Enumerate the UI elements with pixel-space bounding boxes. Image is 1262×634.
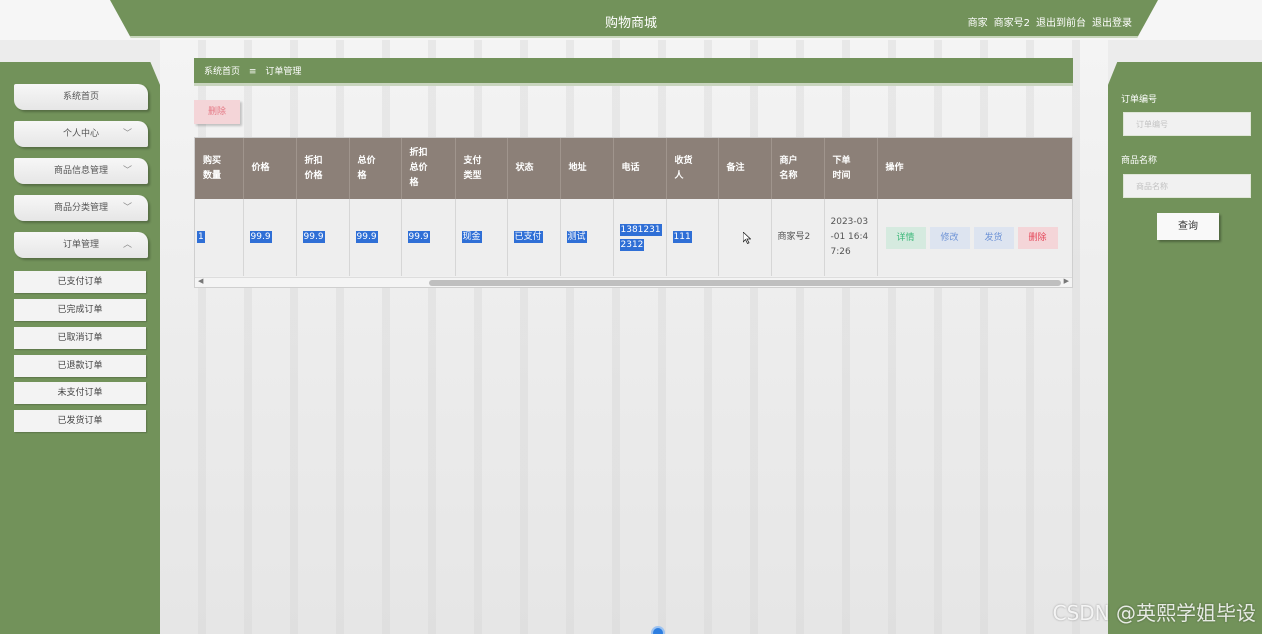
- background: [160, 40, 1108, 634]
- col-actions: 操作: [877, 138, 1072, 199]
- table-row[interactable]: 1 99.9 99.9 99.9 99.9 现金 已支付 测试 1381231 2…: [195, 199, 1072, 276]
- order-no-input[interactable]: [1123, 112, 1251, 136]
- cell-status: 已支付: [507, 199, 561, 276]
- sidebar-item-orders[interactable]: 订单管理 ︿: [14, 232, 148, 258]
- cell-quantity: 1: [195, 199, 244, 276]
- orders-table: 购买 数量 价格 折扣 价格 总价格 折扣 总价格 支付 类型 状态 地址 电话 收货人…: [194, 137, 1073, 288]
- sidebar-item-product-category[interactable]: 商品分类管理 ﹀: [14, 195, 148, 221]
- sidebar-item-label: 个人中心: [62, 129, 99, 139]
- breadcrumb-current: 订单管理: [265, 67, 302, 77]
- table-header-row: 购买 数量 价格 折扣 价格 总价格 折扣 总价格 支付 类型 状态 地址 电话 收货人…: [195, 138, 1072, 199]
- breadcrumb-home[interactable]: 系统首页: [204, 67, 240, 77]
- watermark: CSDN @英熙学姐毕设: [1052, 601, 1256, 625]
- breadcrumb: 系统首页 ≡ 订单管理: [194, 58, 1073, 86]
- sidebar-subitem-refunded[interactable]: 已退款订单: [14, 355, 146, 377]
- cell-discount-price: 99.9: [296, 199, 350, 276]
- mouse-cursor-icon: [743, 232, 751, 244]
- cell-total: 99.9: [349, 199, 402, 276]
- product-name-label: 商品名称: [1121, 156, 1158, 166]
- col-merchant: 商户 名称: [771, 138, 825, 199]
- horizontal-scrollbar[interactable]: ◀ ▶: [195, 277, 1072, 287]
- chevron-down-icon: ﹀: [122, 166, 132, 176]
- order-no-label: 订单编号: [1121, 95, 1158, 105]
- exit-to-front-link[interactable]: 退出到前台: [1036, 14, 1086, 29]
- chevron-up-icon: ︿: [122, 240, 132, 250]
- col-status: 状态: [507, 138, 561, 199]
- col-total: 总价格: [349, 138, 402, 199]
- chevron-down-icon: ﹀: [122, 203, 132, 213]
- scroll-thumb[interactable]: [429, 280, 1061, 286]
- chevron-down-icon: ﹀: [122, 129, 132, 139]
- user-role: 商家: [967, 18, 988, 29]
- delete-button[interactable]: 删除: [1017, 226, 1058, 249]
- sidebar-item-label: 系统首页: [62, 92, 99, 102]
- col-address: 地址: [560, 138, 614, 199]
- right-search-panel: [1108, 62, 1262, 634]
- username: 商家号2: [993, 18, 1030, 29]
- col-phone: 电话: [613, 138, 667, 199]
- cell-actions: 详情 修改 发货 删除: [877, 199, 1072, 276]
- floating-dot-icon[interactable]: [651, 626, 665, 634]
- sidebar-item-product-info[interactable]: 商品信息管理 ﹀: [14, 158, 148, 184]
- col-price: 价格: [243, 138, 297, 199]
- cell-pay-type: 现金: [455, 199, 508, 276]
- col-discount-total: 折扣 总价格: [401, 138, 456, 199]
- sidebar-subitem-paid[interactable]: 已支付订单: [14, 271, 146, 293]
- scroll-left-icon[interactable]: ◀: [198, 277, 203, 285]
- col-pay-type: 支付 类型: [455, 138, 508, 199]
- col-quantity: 购买 数量: [195, 138, 244, 199]
- sidebar-item-label: 商品分类管理: [53, 203, 108, 213]
- cell-order-time: 2023-03 -01 16:4 7:26: [824, 199, 878, 276]
- sidebar-item-profile[interactable]: 个人中心 ﹀: [14, 121, 148, 147]
- query-button[interactable]: 查询: [1157, 213, 1219, 240]
- sidebar-subitem-completed[interactable]: 已完成订单: [14, 299, 146, 321]
- logout-link[interactable]: 退出登录: [1092, 14, 1132, 29]
- sidebar-item-label: 订单管理: [62, 240, 99, 250]
- sidebar-subitem-unpaid[interactable]: 未支付订单: [14, 382, 146, 404]
- sidebar-subitem-shipped[interactable]: 已发货订单: [14, 410, 146, 432]
- breadcrumb-separator-icon: ≡: [248, 67, 257, 77]
- edit-button[interactable]: 修改: [929, 226, 970, 249]
- bulk-delete-button[interactable]: 删除: [194, 100, 240, 124]
- cell-price: 99.9: [243, 199, 297, 276]
- sidebar-item-home[interactable]: 系统首页: [14, 84, 148, 110]
- product-name-input[interactable]: [1123, 174, 1251, 198]
- ship-button[interactable]: 发货: [973, 226, 1014, 249]
- col-order-time: 下单 时间: [824, 138, 878, 199]
- col-discount-price: 折扣 价格: [296, 138, 350, 199]
- sidebar-item-label: 商品信息管理: [53, 166, 108, 176]
- cell-phone: 1381231 2312: [613, 199, 667, 276]
- cell-receiver: 111: [666, 199, 719, 276]
- col-receiver: 收货人: [666, 138, 719, 199]
- col-remark: 备注: [718, 138, 772, 199]
- cell-address: 测试: [560, 199, 614, 276]
- cell-merchant: 商家号2: [771, 199, 825, 276]
- cell-discount-total: 99.9: [401, 199, 456, 276]
- detail-button[interactable]: 详情: [885, 226, 926, 249]
- scroll-right-icon[interactable]: ▶: [1064, 277, 1069, 285]
- sidebar-subitem-cancelled[interactable]: 已取消订单: [14, 327, 146, 349]
- header-user-area: 商家 商家号2 退出到前台 退出登录: [968, 14, 1132, 29]
